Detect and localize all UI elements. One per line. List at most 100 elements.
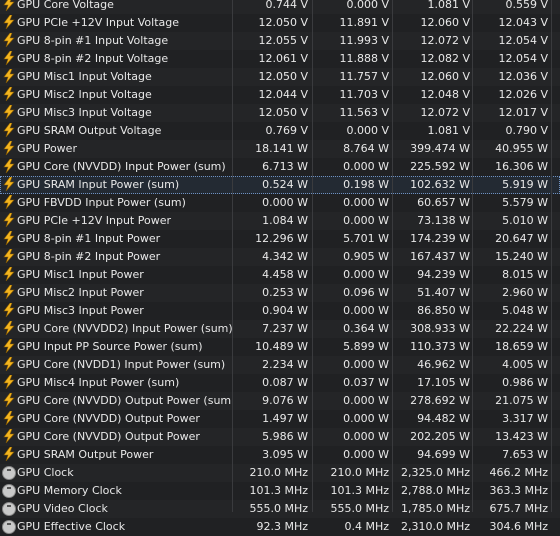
sensor-row[interactable]: GPU Core (NVDD1) Input Power (sum)2.234 … <box>0 356 560 374</box>
bolt-icon <box>2 411 16 425</box>
sensor-name: GPU SRAM Output Voltage <box>17 122 233 139</box>
sensor-row[interactable]: GPU Core (NVVDD) Output Power5.986 W0.00… <box>0 428 560 446</box>
avg-value: 21.075 W <box>478 392 548 409</box>
current-value: 12.050 V <box>236 14 308 31</box>
sensor-row[interactable]: GPU SRAM Input Power (sum)0.524 W0.198 W… <box>0 176 560 194</box>
bolt-icon <box>2 303 16 317</box>
avg-value: 16.306 W <box>478 158 548 175</box>
column-separator <box>392 0 393 512</box>
sensor-row[interactable]: GPU 8-pin #1 Input Voltage12.055 V11.993… <box>0 32 560 50</box>
sensor-row[interactable]: GPU Misc3 Input Power0.904 W0.000 W86.85… <box>0 302 560 320</box>
sensor-row[interactable]: GPU SRAM Output Voltage0.769 V0.000 V1.0… <box>0 122 560 140</box>
sensor-name: GPU Misc2 Input Power <box>17 284 233 301</box>
sensor-name: GPU PCIe +12V Input Power <box>17 212 233 229</box>
avg-value: 12.043 V <box>478 14 548 31</box>
min-value: 11.891 V <box>318 14 389 31</box>
min-value: 0.000 W <box>318 302 389 319</box>
sensor-row[interactable]: GPU Core Voltage0.744 V0.000 V1.081 V0.5… <box>0 0 560 14</box>
sensor-row[interactable]: GPU Misc4 Input Power (sum)0.087 W0.037 … <box>0 374 560 392</box>
avg-value: 12.026 V <box>478 86 548 103</box>
avg-value: 2.960 W <box>478 284 548 301</box>
avg-value: 0.986 W <box>478 374 548 391</box>
current-value: 12.061 V <box>236 50 308 67</box>
clock-icon <box>2 483 16 497</box>
current-value: 12.044 V <box>236 86 308 103</box>
max-value: 2,325.0 MHz <box>398 464 470 481</box>
clock-icon <box>2 501 16 515</box>
current-value: 555.0 MHz <box>236 500 308 517</box>
sensor-row[interactable]: GPU 8-pin #2 Input Voltage12.061 V11.888… <box>0 50 560 68</box>
min-value: 0.000 W <box>318 428 389 445</box>
sensor-name: GPU 8-pin #1 Input Voltage <box>17 32 233 49</box>
sensor-row[interactable]: GPU 8-pin #1 Input Power12.296 W5.701 W1… <box>0 230 560 248</box>
sensor-row[interactable]: GPU SRAM Output Power3.095 W0.000 W94.69… <box>0 446 560 464</box>
min-value: 0.000 W <box>318 194 389 211</box>
avg-value: 363.3 MHz <box>478 482 548 499</box>
avg-value: 0.559 V <box>478 0 548 13</box>
sensor-row[interactable]: GPU Misc2 Input Power0.253 W 0.096 W 51.40… <box>0 284 560 302</box>
sensor-row[interactable]: GPU Memory Clock101.3 MHz101.3 MHz2,788.… <box>0 482 560 500</box>
sensor-row[interactable]: GPU Core (NVVDD) Output Power1.497 W0.00… <box>0 410 560 428</box>
avg-value: 22.224 W <box>478 320 548 337</box>
max-value: 12.060 V <box>398 68 470 85</box>
max-value: 278.692 W <box>398 392 470 409</box>
current-value: 4.458 W <box>236 266 308 283</box>
sensor-row[interactable]: GPU Video Clock555.0 MHz555.0 MHz1,785.0… <box>0 500 560 518</box>
avg-value: 20.647 W <box>478 230 548 247</box>
current-value: 12.296 W <box>236 230 308 247</box>
sensor-row[interactable]: GPU Misc2 Input Voltage12.044 V11.703 V1… <box>0 86 560 104</box>
sensor-row[interactable]: GPU PCIe +12V Input Power1.084 W0.000 W7… <box>0 212 560 230</box>
sensor-name: GPU Video Clock <box>17 500 233 517</box>
sensor-row[interactable]: GPU Core (NVVDD) Output Power (sum)9.076… <box>0 392 560 410</box>
sensor-name: GPU Misc1 Input Power <box>17 266 233 283</box>
sensor-row[interactable]: GPU FBVDD Input Power (sum)0.000 W0.000 … <box>0 194 560 212</box>
column-separator <box>312 0 313 512</box>
sensor-row[interactable]: GPU Core (NVVDD2) Input Power (sum)7.237… <box>0 320 560 338</box>
max-value: 12.048 V <box>398 86 470 103</box>
sensor-row[interactable]: GPU Misc1 Input Power4.458 W0.000 W94.23… <box>0 266 560 284</box>
sensor-row[interactable]: GPU Core (NVVDD) Input Power (sum)6.713 … <box>0 158 560 176</box>
avg-value: 12.036 V <box>478 68 548 85</box>
max-value: 51.407 W <box>398 284 470 301</box>
max-value: 2,788.0 MHz <box>398 482 470 499</box>
current-value: 4.342 W <box>236 248 308 265</box>
sensor-row[interactable]: GPU Power18.141 W8.764 W399.474 W40.955 … <box>0 140 560 158</box>
bolt-icon <box>2 429 16 443</box>
min-value: 0.905 W <box>318 248 389 265</box>
max-value: 46.962 W <box>398 356 470 373</box>
max-value: 102.632 W <box>398 176 470 193</box>
max-value: 202.205 W <box>398 428 470 445</box>
sensor-row[interactable]: GPU PCIe +12V Input Voltage12.050 V11.89… <box>0 14 560 32</box>
column-separator <box>232 0 233 512</box>
avg-value: 13.423 W <box>478 428 548 445</box>
sensor-row[interactable]: GPU Clock210.0 MHz210.0 MHz2,325.0 MHz46… <box>0 464 560 482</box>
max-value: 12.060 V <box>398 14 470 31</box>
min-value: 5.701 W <box>318 230 389 247</box>
sensor-name: GPU Clock <box>17 464 233 481</box>
min-value: 210.0 MHz <box>318 464 389 481</box>
current-value: 6.713 W <box>236 158 308 175</box>
current-value: 0.253 W <box>236 284 308 301</box>
min-value: 101.3 MHz <box>318 482 389 499</box>
avg-value: 15.240 W <box>478 248 548 265</box>
bolt-icon <box>2 123 16 137</box>
avg-value: 5.919 W <box>478 176 548 193</box>
sensor-name: GPU Core (NVDD1) Input Power (sum) <box>17 356 233 373</box>
min-value: 0.000 W <box>318 392 389 409</box>
sensor-row[interactable]: GPU 8-pin #2 Input Power4.342 W0.905 W16… <box>0 248 560 266</box>
sensor-name: GPU FBVDD Input Power (sum) <box>17 194 233 211</box>
bolt-icon <box>2 0 16 11</box>
bolt-icon <box>2 15 16 29</box>
sensor-name: GPU Memory Clock <box>17 482 233 499</box>
clock-icon <box>2 465 16 479</box>
bolt-icon <box>2 375 16 389</box>
sensor-name: GPU 8-pin #1 Input Power <box>17 230 233 247</box>
column-separator <box>551 0 552 512</box>
min-value: 0.096 W <box>318 284 389 301</box>
max-value: 86.850 W <box>398 302 470 319</box>
sensor-name: GPU Misc2 Input Voltage <box>17 86 233 103</box>
sensor-row[interactable]: GPU Misc3 Input Voltage12.050 V11.563 V1… <box>0 104 560 122</box>
sensor-row[interactable]: GPU Misc1 Input Voltage12.050 V11.757 V1… <box>0 68 560 86</box>
sensor-row[interactable]: GPU Input PP Source Power (sum)10.489 W5… <box>0 338 560 356</box>
sensor-row[interactable]: GPU Effective Clock92.3 MHz0.4 MHz2,310.… <box>0 518 560 536</box>
